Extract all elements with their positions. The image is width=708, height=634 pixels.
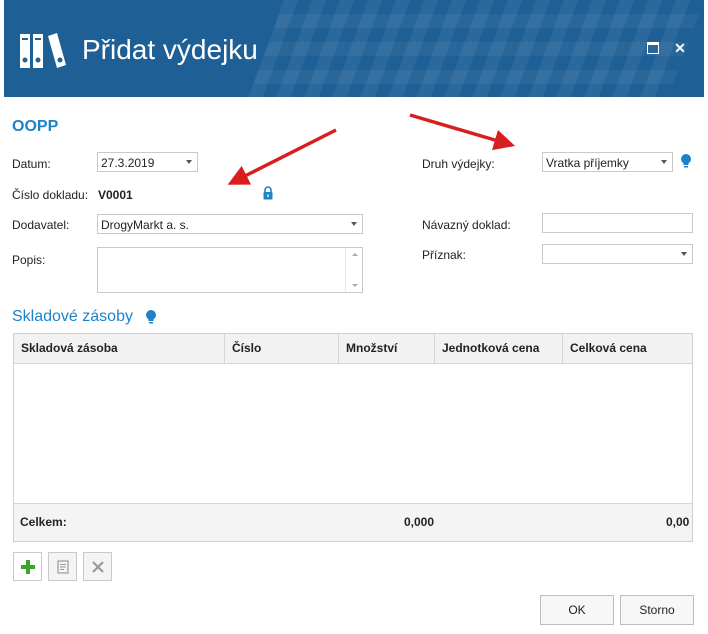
druh-select[interactable]: Vratka příjemky (542, 152, 673, 172)
popis-scrollbar[interactable] (345, 248, 362, 292)
column-header-cislo[interactable]: Číslo (225, 334, 339, 363)
column-header-jednotkova-cena[interactable]: Jednotková cena (435, 334, 563, 363)
add-row-button[interactable] (13, 552, 42, 581)
annotation-arrow-left (227, 128, 337, 185)
table-footer: Celkem: 0,000 0,00 (14, 503, 692, 541)
chevron-down-icon (351, 222, 357, 226)
stock-table[interactable]: Skladová zásoba Číslo Množství Jednotkov… (13, 333, 693, 542)
edit-icon (56, 559, 69, 574)
chevron-down-icon (186, 160, 192, 164)
lightbulb-icon[interactable] (145, 309, 157, 325)
footer-total-label: Celkem: (20, 515, 67, 529)
add-icon (20, 559, 35, 574)
ok-button[interactable]: OK (540, 595, 614, 625)
datum-value: 27.3.2019 (101, 156, 155, 170)
navazny-input[interactable] (542, 213, 693, 233)
dodavatel-value: DrogyMarkt a. s. (101, 218, 190, 232)
column-header-skladova-zasoba[interactable]: Skladová zásoba (14, 334, 225, 363)
delete-icon (91, 560, 104, 573)
footer-quantity-total: 0,000 (404, 515, 435, 529)
dodavatel-select[interactable]: DrogyMarkt a. s. (97, 214, 363, 234)
cancel-button[interactable]: Storno (620, 595, 694, 625)
chevron-down-icon (681, 252, 687, 256)
annotation-arrow-right (409, 113, 516, 151)
datum-picker[interactable]: 27.3.2019 (97, 152, 198, 172)
scroll-down-icon[interactable] (352, 284, 358, 287)
table-header: Skladová zásoba Číslo Množství Jednotkov… (14, 334, 692, 364)
column-header-celkova-cena[interactable]: Celková cena (563, 334, 692, 363)
footer-price-total: 0,00 (666, 515, 690, 529)
druh-value: Vratka příjemky (546, 156, 629, 170)
edit-row-button[interactable] (48, 552, 77, 581)
navazny-label: Návazný doklad: (422, 218, 511, 232)
column-header-mnozstvi[interactable]: Množství (339, 334, 435, 363)
scroll-up-icon[interactable] (352, 253, 358, 256)
cislo-label: Číslo dokladu: (12, 188, 89, 202)
chevron-down-icon (661, 160, 667, 164)
binders-logo-icon (20, 33, 66, 68)
priznak-select[interactable] (542, 244, 693, 264)
stock-section-title: Skladové zásoby (12, 308, 133, 325)
datum-label: Datum: (12, 157, 51, 171)
priznak-label: Příznak: (422, 248, 467, 262)
close-icon: ✕ (674, 39, 686, 56)
maximize-button[interactable] (645, 40, 661, 56)
lock-icon (263, 186, 273, 200)
dodavatel-label: Dodavatel: (12, 218, 70, 232)
lightbulb-icon[interactable] (680, 153, 692, 169)
close-button[interactable]: ✕ (672, 40, 688, 56)
dialog-title: Přidat výdejku (82, 34, 258, 65)
section-title: OOPP (12, 118, 59, 135)
popis-textarea[interactable] (97, 247, 363, 293)
cislo-value: V0001 (98, 188, 133, 202)
delete-row-button[interactable] (83, 552, 112, 581)
druh-label: Druh výdejky: (422, 157, 495, 171)
header-background-pattern (248, 0, 704, 97)
popis-label: Popis: (12, 253, 46, 267)
dialog-header: Přidat výdejku ✕ (4, 0, 704, 97)
maximize-icon (647, 42, 659, 54)
